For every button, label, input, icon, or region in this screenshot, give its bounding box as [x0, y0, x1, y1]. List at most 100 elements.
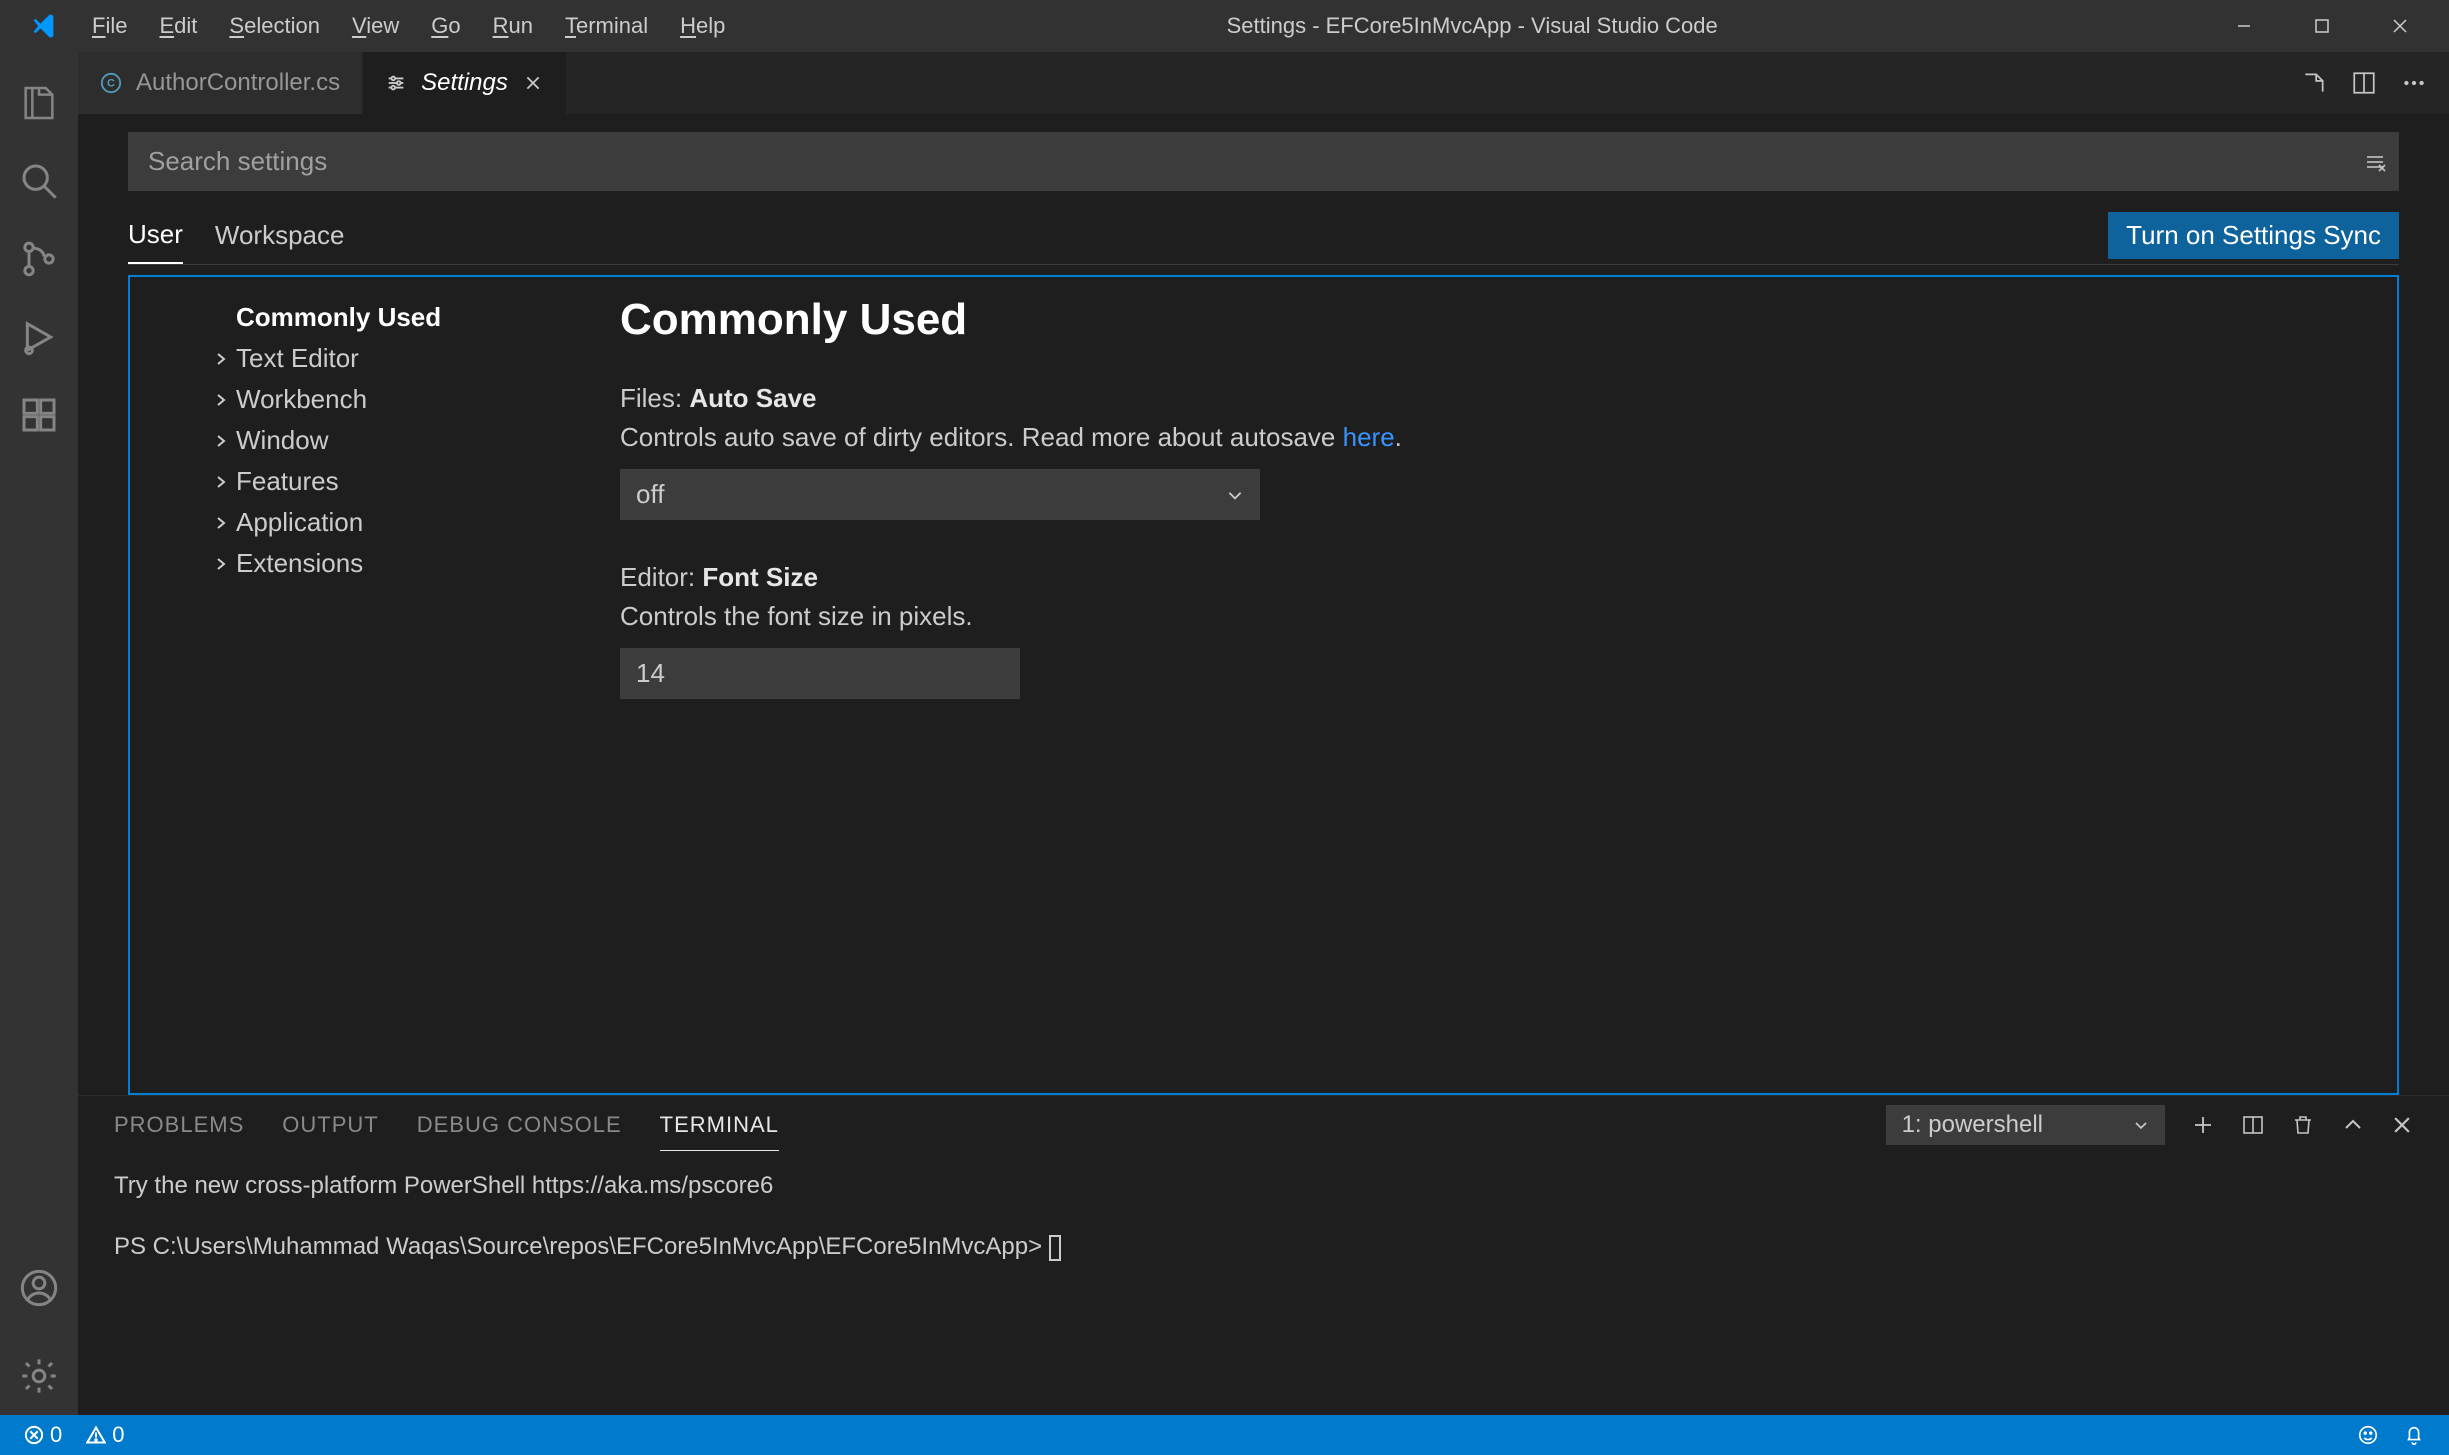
activity-source-control[interactable] — [0, 220, 78, 298]
activitybar — [0, 52, 78, 1415]
clear-search-icon[interactable] — [2351, 132, 2399, 191]
terminal-body[interactable]: Try the new cross-platform PowerShell ht… — [78, 1154, 2449, 1415]
activity-run-debug[interactable] — [0, 298, 78, 376]
svg-text:C: C — [107, 78, 115, 90]
statusbar: 0 0 — [0, 1415, 2449, 1455]
panel-tab-debug-console[interactable]: DEBUG CONSOLE — [417, 1100, 622, 1150]
menu-help[interactable]: Help — [666, 7, 739, 45]
status-feedback-icon[interactable] — [2349, 1424, 2387, 1446]
menubar: File Edit Selection View Go Run Terminal… — [78, 7, 739, 45]
toc-window[interactable]: Window — [210, 420, 580, 461]
minimize-button[interactable] — [2205, 0, 2283, 52]
panel-tab-problems[interactable]: PROBLEMS — [114, 1100, 244, 1150]
settings-search-input[interactable] — [128, 132, 2351, 191]
menu-go[interactable]: Go — [417, 7, 474, 45]
setting-description: Controls the font size in pixels. — [620, 601, 2367, 632]
editor-tabs: C AuthorController.cs Settings — [78, 52, 2449, 114]
tab-label: AuthorController.cs — [136, 69, 340, 97]
settings-list: Commonly Used Files: Auto Save Controls … — [590, 277, 2397, 1093]
maximize-button[interactable] — [2283, 0, 2361, 52]
activity-explorer[interactable] — [0, 64, 78, 142]
scope-tab-workspace[interactable]: Workspace — [215, 208, 345, 263]
shell: C AuthorController.cs Settings — [0, 52, 2449, 1415]
setting-label: Editor: Font Size — [620, 562, 2367, 593]
status-bell-icon[interactable] — [2395, 1424, 2433, 1446]
editor-area: C AuthorController.cs Settings — [78, 52, 2449, 1415]
toc-features[interactable]: Features — [210, 461, 580, 502]
panel: PROBLEMS OUTPUT DEBUG CONSOLE TERMINAL 1… — [78, 1095, 2449, 1415]
status-warnings[interactable]: 0 — [78, 1422, 132, 1448]
toc-label: Application — [236, 507, 363, 538]
menu-file[interactable]: File — [78, 7, 141, 45]
status-errors[interactable]: 0 — [16, 1422, 70, 1448]
activity-search[interactable] — [0, 142, 78, 220]
chevron-right-icon — [210, 351, 232, 367]
toc-label: Commonly Used — [236, 302, 441, 333]
activity-accounts[interactable] — [0, 1249, 78, 1327]
settings-search-row — [128, 132, 2399, 191]
toc-label: Extensions — [236, 548, 363, 579]
select-value: off — [636, 479, 664, 510]
toc-label: Text Editor — [236, 343, 359, 374]
split-terminal-icon[interactable] — [2241, 1113, 2265, 1137]
toc-application[interactable]: Application — [210, 502, 580, 543]
settings-content: User Workspace Turn on Settings Sync › C… — [78, 114, 2449, 1095]
toc-text-editor[interactable]: Text Editor — [210, 338, 580, 379]
tab-settings[interactable]: Settings — [363, 52, 567, 114]
menu-edit[interactable]: Edit — [145, 7, 211, 45]
terminal-select-value: 1: powershell — [1902, 1111, 2043, 1139]
chevron-right-icon — [210, 556, 232, 572]
new-terminal-icon[interactable] — [2191, 1113, 2215, 1137]
scope-tab-user[interactable]: User — [128, 207, 183, 264]
fontsize-input[interactable] — [620, 648, 1020, 699]
terminal-line: Try the new cross-platform PowerShell ht… — [114, 1164, 2413, 1207]
split-editor-icon[interactable] — [2351, 70, 2377, 96]
csharp-file-icon: C — [100, 72, 122, 94]
close-panel-icon[interactable] — [2391, 1114, 2413, 1136]
tab-authorcontroller[interactable]: C AuthorController.cs — [78, 52, 363, 114]
menu-view[interactable]: View — [338, 7, 413, 45]
settings-toc: › Commonly Used Text Editor Workbench Wi… — [130, 277, 590, 1093]
chevron-right-icon — [210, 474, 232, 490]
setting-label: Files: Auto Save — [620, 383, 2367, 414]
settings-sync-button[interactable]: Turn on Settings Sync — [2108, 212, 2399, 259]
chevron-down-icon — [2133, 1117, 2149, 1133]
status-warnings-count: 0 — [112, 1422, 124, 1448]
toc-extensions[interactable]: Extensions — [210, 543, 580, 584]
terminal-prompt-line: PS C:\Users\Muhammad Waqas\Source\repos\… — [114, 1225, 2413, 1268]
menu-terminal[interactable]: Terminal — [551, 7, 662, 45]
maximize-panel-icon[interactable] — [2341, 1113, 2365, 1137]
settings-body: › Commonly Used Text Editor Workbench Wi… — [128, 275, 2399, 1095]
terminal-cursor — [1049, 1235, 1061, 1261]
tab-label: Settings — [421, 69, 508, 97]
terminal-select[interactable]: 1: powershell — [1886, 1105, 2165, 1145]
panel-tabs: PROBLEMS OUTPUT DEBUG CONSOLE TERMINAL 1… — [78, 1096, 2449, 1154]
titlebar: File Edit Selection View Go Run Terminal… — [0, 0, 2449, 52]
panel-actions: 1: powershell — [1886, 1105, 2413, 1145]
tab-actions — [2301, 52, 2449, 114]
panel-tab-output[interactable]: OUTPUT — [282, 1100, 378, 1150]
toc-workbench[interactable]: Workbench — [210, 379, 580, 420]
setting-description: Controls auto save of dirty editors. Rea… — [620, 422, 2367, 453]
activity-extensions[interactable] — [0, 376, 78, 454]
close-window-button[interactable] — [2361, 0, 2439, 52]
chevron-right-icon — [210, 515, 232, 531]
toc-label: Workbench — [236, 384, 367, 415]
status-errors-count: 0 — [50, 1422, 62, 1448]
autosave-docs-link[interactable]: here — [1343, 422, 1395, 452]
close-tab-icon[interactable] — [522, 72, 544, 94]
panel-tab-terminal[interactable]: TERMINAL — [660, 1100, 779, 1151]
activity-settings[interactable] — [0, 1337, 78, 1415]
kill-terminal-icon[interactable] — [2291, 1113, 2315, 1137]
more-actions-icon[interactable] — [2401, 70, 2427, 96]
menu-selection[interactable]: Selection — [215, 7, 334, 45]
chevron-right-icon — [210, 392, 232, 408]
window-controls — [2205, 0, 2439, 52]
autosave-select[interactable]: off — [620, 469, 1260, 520]
toc-commonly-used[interactable]: › Commonly Used — [210, 297, 580, 338]
open-changes-icon[interactable] — [2301, 70, 2327, 96]
menu-run[interactable]: Run — [479, 7, 547, 45]
group-title: Commonly Used — [620, 295, 2367, 345]
toc-label: Window — [236, 425, 328, 456]
vscode-logo-icon — [30, 12, 58, 40]
